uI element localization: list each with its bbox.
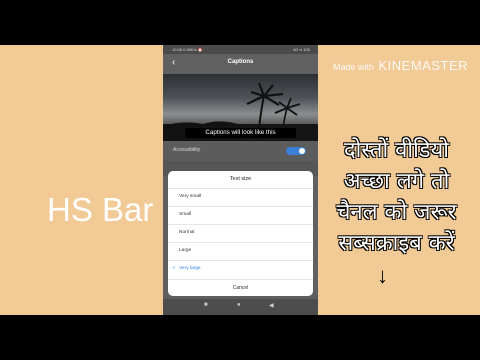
down-arrow-icon: ↓	[377, 263, 388, 288]
watermark-prefix: Made with	[333, 62, 375, 72]
option-label: Large	[179, 248, 192, 253]
text-size-dialog: Text size Very small Small Normal Large …	[168, 171, 313, 296]
message-line: दोस्तों वीडियो	[343, 138, 450, 163]
option-very-small[interactable]: Very small	[168, 188, 313, 207]
accessibility-toggle[interactable]	[286, 147, 306, 155]
message-line: चैनल को जरूर	[336, 200, 457, 225]
option-label: Very large	[179, 266, 201, 271]
back-icon[interactable]: ◀	[269, 302, 274, 309]
check-icon: ✓	[172, 265, 177, 271]
message-line: अच्छा लगे तो	[343, 169, 450, 194]
watermark-brand: KINEMASTER	[378, 58, 468, 73]
message-line: सब्सक्राइब करें	[338, 231, 455, 256]
option-large[interactable]: Large	[168, 242, 313, 261]
home-icon[interactable]: ●	[237, 302, 241, 308]
page-title: Captions	[227, 59, 254, 65]
status-indicators: 4G ▪▪ 100	[292, 47, 310, 52]
option-small[interactable]: Small	[168, 206, 313, 225]
video-frame: 10:08 0.48K/s ⏰ 4G ▪▪ 100 ‹ Captions Cap…	[0, 45, 480, 315]
dialog-title: Text size	[229, 176, 252, 182]
kinemaster-watermark: Made with KINEMASTER	[333, 57, 468, 75]
accessibility-label: Accessibility	[173, 147, 201, 153]
app-bar: ‹ Captions	[163, 54, 318, 74]
option-label: Normal	[179, 230, 195, 235]
cancel-button[interactable]: Cancel	[168, 279, 313, 297]
channel-name: HS Bar	[47, 191, 154, 228]
option-label: Very small	[179, 194, 202, 199]
status-time: 10:08 0.48K/s ⏰	[172, 47, 203, 52]
option-label: Small	[179, 212, 191, 217]
option-normal[interactable]: Normal	[168, 224, 313, 243]
navigation-bar: ■ ● ◀	[163, 299, 318, 315]
caption-preview-image: Captions will look like this	[163, 74, 318, 141]
recent-apps-icon[interactable]: ■	[204, 302, 208, 308]
caption-sample-text: Captions will look like this	[185, 128, 296, 138]
option-very-large[interactable]: ✓ Very large	[168, 260, 313, 279]
accessibility-row[interactable]: Accessibility	[163, 141, 318, 161]
status-bar: 10:08 0.48K/s ⏰ 4G ▪▪ 100	[163, 45, 318, 54]
toggle-knob	[299, 148, 305, 154]
subscribe-message: दोस्तों वीडियो अच्छा लगे तो चैनल को जरूर…	[313, 135, 480, 259]
